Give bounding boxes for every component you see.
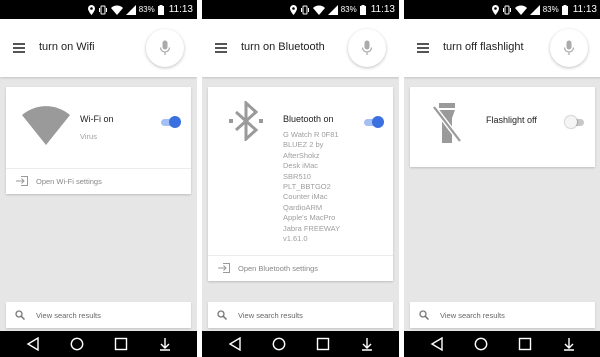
search-icon xyxy=(217,310,227,320)
screen-wifi: 83% 11:13 turn on Wifi Wi-Fi on Virus Op… xyxy=(0,0,197,357)
notification-pull-icon[interactable] xyxy=(562,337,576,351)
battery-percent: 83% xyxy=(340,5,357,14)
open-settings-icon xyxy=(16,176,28,186)
flashlight-card: Flashlight off xyxy=(410,87,595,167)
wifi-signal-icon xyxy=(312,5,325,15)
screen-flashlight: 83% 11:13 turn off flashlight Flashlight… xyxy=(404,0,600,357)
back-icon[interactable] xyxy=(430,337,444,351)
back-icon[interactable] xyxy=(228,337,242,351)
mic-button[interactable] xyxy=(550,29,588,67)
bluetooth-card: Bluetooth on G Watch R 0F81 BLUEZ 2 by A… xyxy=(208,87,393,281)
screen-bluetooth: 83% 11:13 turn on Bluetooth Bluetooth on… xyxy=(202,0,399,357)
view-search-results-label: View search results xyxy=(36,311,101,320)
battery-icon xyxy=(157,4,164,15)
home-icon[interactable] xyxy=(70,337,84,351)
search-bar: turn on Bluetooth xyxy=(202,19,399,77)
divider xyxy=(6,168,191,169)
device-name: QardioARM xyxy=(283,202,323,212)
menu-icon[interactable] xyxy=(417,43,429,53)
back-icon[interactable] xyxy=(26,337,40,351)
vibrate-icon xyxy=(98,5,107,14)
search-bar: turn off flashlight xyxy=(404,19,600,77)
search-icon xyxy=(419,310,429,320)
clock: 11:13 xyxy=(572,4,597,15)
device-name: AfterShokz xyxy=(283,150,320,160)
vibrate-icon xyxy=(502,5,511,14)
device-name: Desk iMac xyxy=(283,161,319,171)
flashlight-toggle[interactable] xyxy=(565,115,586,129)
view-search-results-button[interactable]: View search results xyxy=(6,302,191,328)
search-query[interactable]: turn on Bluetooth xyxy=(241,41,325,53)
open-bluetooth-settings-link[interactable]: Open Bluetooth settings xyxy=(238,264,318,273)
device-name: Apple's MacPro xyxy=(283,213,336,223)
open-settings-icon xyxy=(218,263,230,273)
wifi-card: Wi-Fi on Virus Open Wi-Fi settings xyxy=(6,87,191,194)
device-name: v1.61.0 xyxy=(283,234,308,244)
device-name: G Watch R 0F81 xyxy=(283,130,339,139)
location-icon xyxy=(87,4,95,15)
mic-icon xyxy=(563,40,575,55)
device-name: Jabra FREEWAY xyxy=(283,223,341,233)
location-icon xyxy=(289,4,297,15)
recents-icon[interactable] xyxy=(518,337,532,351)
flashlight-off-icon xyxy=(432,103,462,143)
home-icon[interactable] xyxy=(272,337,286,351)
bluetooth-toggle[interactable] xyxy=(364,115,384,129)
recents-icon[interactable] xyxy=(114,337,128,351)
search-query[interactable]: turn off flashlight xyxy=(443,41,524,53)
device-name: Counter iMac xyxy=(283,192,328,202)
wifi-signal-icon xyxy=(110,5,123,15)
view-search-results-button[interactable]: View search results xyxy=(410,302,595,328)
divider xyxy=(208,255,393,256)
device-name: PLT_BBTGO2 xyxy=(283,182,331,192)
paired-devices-list: G Watch R 0F81 BLUEZ 2 by AfterShokz Des… xyxy=(283,130,340,244)
vibrate-icon xyxy=(300,5,309,14)
card-title: Wi-Fi on xyxy=(80,114,114,124)
search-icon xyxy=(15,310,25,320)
view-search-results-button[interactable]: View search results xyxy=(208,302,393,328)
battery-percent: 83% xyxy=(542,5,559,14)
open-wifi-settings-link[interactable]: Open Wi-Fi settings xyxy=(36,177,102,186)
mic-icon xyxy=(361,40,373,55)
mic-icon xyxy=(159,40,171,55)
view-search-results-label: View search results xyxy=(238,311,303,320)
nav-bar xyxy=(404,331,600,357)
card-title: Flashlight off xyxy=(486,115,537,125)
wifi-icon xyxy=(22,106,70,145)
search-bar: turn on Wifi xyxy=(0,19,197,77)
bluetooth-icon xyxy=(229,101,263,141)
card-title: Bluetooth on xyxy=(283,114,334,124)
location-icon xyxy=(491,4,499,15)
battery-icon xyxy=(359,4,366,15)
cell-signal-icon xyxy=(529,4,540,15)
wifi-signal-icon xyxy=(514,5,527,15)
view-search-results-label: View search results xyxy=(440,311,505,320)
device-name: SBR510 xyxy=(283,171,311,181)
cell-signal-icon xyxy=(327,4,338,15)
wifi-toggle[interactable] xyxy=(161,115,181,129)
search-query[interactable]: turn on Wifi xyxy=(39,41,95,53)
nav-bar xyxy=(0,331,197,357)
device-name: BLUEZ 2 by xyxy=(283,140,324,150)
recents-icon[interactable] xyxy=(316,337,330,351)
status-bar: 83% 11:13 xyxy=(202,0,399,19)
mic-button[interactable] xyxy=(348,29,386,67)
notification-pull-icon[interactable] xyxy=(360,337,374,351)
notification-pull-icon[interactable] xyxy=(158,337,172,351)
home-icon[interactable] xyxy=(474,337,488,351)
clock: 11:13 xyxy=(168,4,193,15)
mic-button[interactable] xyxy=(146,29,184,67)
battery-percent: 83% xyxy=(138,5,155,14)
clock: 11:13 xyxy=(370,4,395,15)
status-bar: 83% 11:13 xyxy=(404,0,600,19)
battery-icon xyxy=(561,4,568,15)
network-name: Virus xyxy=(80,132,97,141)
status-bar: 83% 11:13 xyxy=(0,0,197,19)
menu-icon[interactable] xyxy=(215,43,227,53)
menu-icon[interactable] xyxy=(13,43,25,53)
cell-signal-icon xyxy=(125,4,136,15)
nav-bar xyxy=(202,331,399,357)
